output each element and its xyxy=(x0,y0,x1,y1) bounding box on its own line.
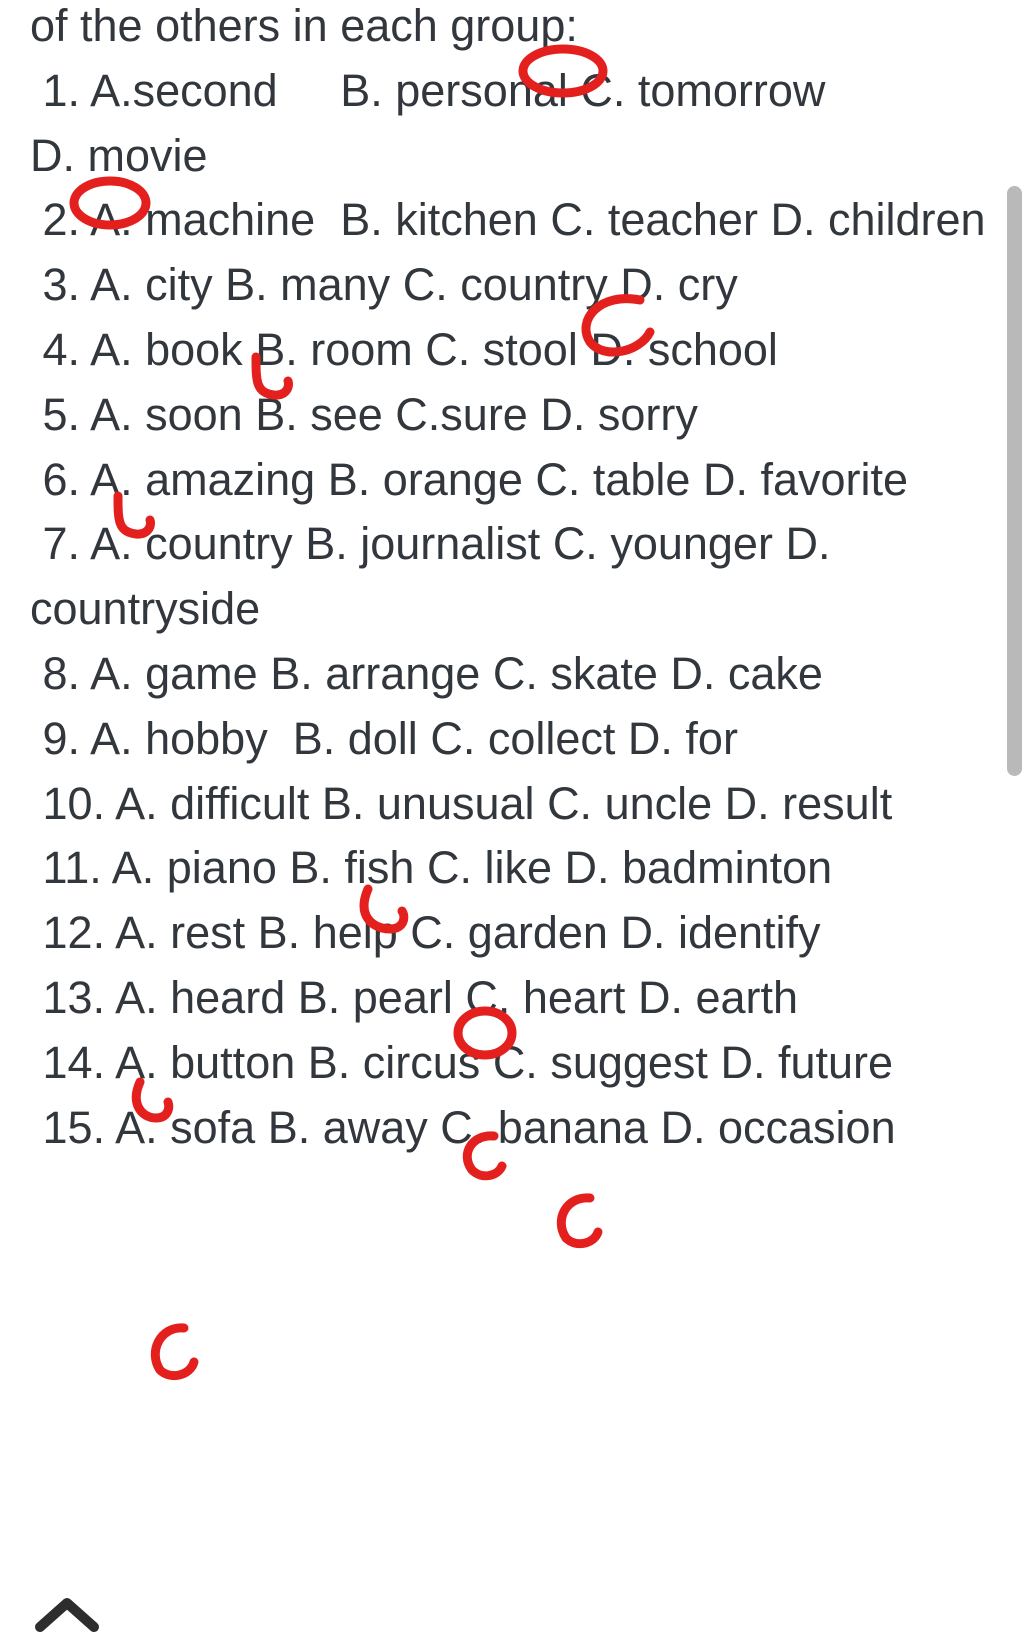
hook-mark-q15a xyxy=(144,1322,202,1382)
q15-c: C. banana xyxy=(440,1102,648,1153)
q12-d: D. identify xyxy=(620,907,820,958)
q11-b: B. fish xyxy=(289,842,414,893)
q3-d: D. cry xyxy=(620,259,738,310)
q5-num: 5. xyxy=(43,389,81,440)
q2-b: B. kitchen xyxy=(340,194,538,245)
q13-num: 13. xyxy=(43,972,106,1023)
q7-b: B. journalist xyxy=(305,518,540,569)
q1-d: D. movie xyxy=(30,130,208,181)
q5-a: A. soon xyxy=(90,389,243,440)
q13-a: A. heard xyxy=(115,972,285,1023)
q1-c: C. tomorrow xyxy=(580,65,825,116)
q9-c: C. collect xyxy=(430,713,615,764)
q6-line: 6. A. amazing B. orange C. table D. favo… xyxy=(30,448,990,513)
q13-c: C. heart xyxy=(465,972,625,1023)
q11-num: 11. xyxy=(43,842,102,893)
vertical-scrollbar[interactable] xyxy=(1007,186,1022,776)
q2-num: 2. xyxy=(43,194,81,245)
q2-d: D. children xyxy=(770,194,985,245)
q10-a: A. difficult xyxy=(115,778,309,829)
q3-num: 3. xyxy=(43,259,81,310)
q15-a: A. sofa xyxy=(115,1102,255,1153)
chevron-up-icon[interactable] xyxy=(32,1593,102,1637)
q6-num: 6. xyxy=(43,454,81,505)
q7-a: A. country xyxy=(90,518,293,569)
q2-a: A. machine xyxy=(90,194,315,245)
q4-a: A. book xyxy=(90,324,243,375)
q15-d: D. occasion xyxy=(660,1102,895,1153)
q12-c: C. garden xyxy=(410,907,608,958)
q5-b: B. see xyxy=(255,389,383,440)
q4-d: D. school xyxy=(590,324,778,375)
q15-b: B. away xyxy=(268,1102,428,1153)
q6-b: B. orange xyxy=(328,454,523,505)
q1-a: A.second xyxy=(90,65,278,116)
q8-num: 8. xyxy=(43,648,81,699)
q3-c: C. country xyxy=(403,259,608,310)
q14-line: 14. A. button B. circus C. suggest D. fu… xyxy=(30,1031,990,1096)
q12-b: B. help xyxy=(258,907,398,958)
q6-c: C. table xyxy=(535,454,690,505)
q8-b: B. arrange xyxy=(270,648,480,699)
q12-a: A. rest xyxy=(115,907,245,958)
q14-c: C. suggest xyxy=(493,1037,708,1088)
q1-num: 1. xyxy=(43,65,81,116)
q15-line: 15. A. sofa B. away C. banana D. occasio… xyxy=(30,1096,990,1161)
hook-mark-q14c xyxy=(550,1192,605,1250)
q14-d: D. future xyxy=(720,1037,893,1088)
q8-a: A. game xyxy=(90,648,258,699)
q4-c: C. stool xyxy=(425,324,578,375)
q1-b: B. personal xyxy=(340,65,568,116)
q10-c: C. uncle xyxy=(547,778,712,829)
q14-num: 14. xyxy=(43,1037,106,1088)
q4-num: 4. xyxy=(43,324,81,375)
q2-c: C. teacher xyxy=(550,194,758,245)
q6-d: D. favorite xyxy=(703,454,908,505)
q13-b: B. pearl xyxy=(298,972,453,1023)
q15-num: 15. xyxy=(43,1102,106,1153)
q11-c: C. like xyxy=(427,842,552,893)
q8-d: D. cake xyxy=(670,648,823,699)
q12-num: 12. xyxy=(43,907,106,958)
q3-a: A. city xyxy=(90,259,213,310)
q8-c: C. skate xyxy=(493,648,658,699)
q9-b: B. doll xyxy=(293,713,418,764)
exercise-text: of the others in each group: 1. A.second… xyxy=(30,0,990,1160)
q9-a: A. hobby xyxy=(90,713,268,764)
q14-a: A. button xyxy=(115,1037,295,1088)
q9-d: D. for xyxy=(628,713,738,764)
q10-b: B. unusual xyxy=(322,778,535,829)
q3-b: B. many xyxy=(225,259,390,310)
q14-b: B. circus xyxy=(308,1037,481,1088)
q7-num: 7. xyxy=(43,518,81,569)
title-line: of the others in each group: xyxy=(30,0,578,51)
q10-num: 10. xyxy=(43,778,106,829)
q10-d: D. result xyxy=(725,778,893,829)
q4-b: B. room xyxy=(255,324,413,375)
q5-d: D. sorry xyxy=(540,389,698,440)
q11-a: A. piano xyxy=(112,842,277,893)
q10-line: 10. A. difficult B. unusual C. uncle D. … xyxy=(30,772,990,837)
q9-num: 9. xyxy=(43,713,81,764)
q7-c: C. younger xyxy=(553,518,773,569)
q11-d: D. badminton xyxy=(565,842,833,893)
q5-c: C.sure xyxy=(395,389,528,440)
q13-d: D. earth xyxy=(638,972,798,1023)
q6-a: A. amazing xyxy=(90,454,315,505)
